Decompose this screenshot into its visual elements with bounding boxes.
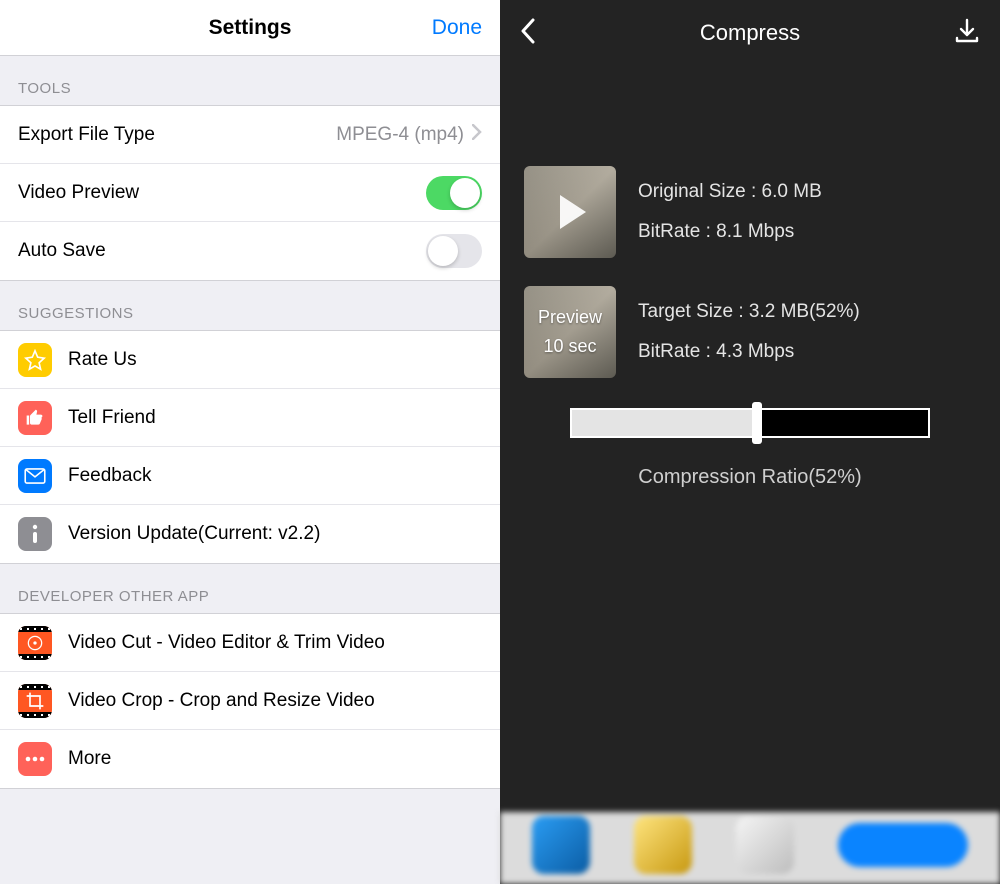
chevron-right-icon (472, 124, 482, 145)
ad-tile (634, 816, 692, 874)
thumbs-up-icon (18, 401, 52, 435)
original-bitrate-text: BitRate : 8.1 Mbps (638, 221, 822, 243)
version-label: Version Update(Current: v2.2) (68, 523, 482, 545)
done-button[interactable]: Done (432, 16, 482, 40)
original-info: Original Size : 6.0 MB BitRate : 8.1 Mbp… (638, 181, 822, 243)
target-bitrate-text: BitRate : 4.3 Mbps (638, 341, 860, 363)
export-file-type-row[interactable]: Export File Type MPEG-4 (mp4) (0, 106, 500, 164)
mail-icon (18, 459, 52, 493)
video-crop-row[interactable]: Video Crop - Crop and Resize Video (0, 672, 500, 730)
auto-save-row: Auto Save (0, 222, 500, 280)
slider-knob[interactable] (752, 402, 762, 444)
other-apps-section: Video Cut - Video Editor & Trim Video Vi… (0, 613, 500, 789)
export-value: MPEG-4 (mp4) (336, 124, 464, 146)
original-media-row: Original Size : 6.0 MB BitRate : 8.1 Mbp… (524, 166, 976, 258)
feedback-label: Feedback (68, 465, 482, 487)
auto-save-toggle[interactable] (426, 234, 482, 268)
video-cut-icon (18, 626, 52, 660)
slider-fill (572, 410, 757, 436)
star-icon (18, 343, 52, 377)
compress-screen: Compress Original Size : 6.0 MB BitRate … (500, 0, 1000, 884)
tools-section: Export File Type MPEG-4 (mp4) Video Prev… (0, 105, 500, 281)
compression-slider-wrap: Compression Ratio(52%) (524, 408, 976, 489)
page-title: Settings (209, 16, 292, 40)
section-header-suggestions: SUGGESTIONS (0, 281, 500, 330)
video-preview-label: Video Preview (18, 182, 426, 204)
rate-us-row[interactable]: Rate Us (0, 331, 500, 389)
target-size-text: Target Size : 3.2 MB(52%) (638, 301, 860, 323)
ad-banner[interactable] (500, 812, 1000, 884)
section-header-tools: TOOLS (0, 56, 500, 105)
target-media-row: Preview 10 sec Target Size : 3.2 MB(52%)… (524, 286, 976, 378)
tell-friend-label: Tell Friend (68, 407, 482, 429)
video-crop-label: Video Crop - Crop and Resize Video (68, 690, 482, 712)
compression-ratio-label: Compression Ratio(52%) (638, 466, 861, 489)
back-button[interactable] (520, 18, 536, 49)
settings-screen: Settings Done TOOLS Export File Type MPE… (0, 0, 500, 884)
settings-header: Settings Done (0, 0, 500, 56)
video-crop-icon (18, 684, 52, 718)
video-cut-label: Video Cut - Video Editor & Trim Video (68, 632, 482, 654)
preview-text-line1: Preview (538, 307, 602, 328)
compress-body: Original Size : 6.0 MB BitRate : 8.1 Mbp… (500, 66, 1000, 489)
original-size-text: Original Size : 6.0 MB (638, 181, 822, 203)
feedback-row[interactable]: Feedback (0, 447, 500, 505)
target-info: Target Size : 3.2 MB(52%) BitRate : 4.3 … (638, 301, 860, 363)
download-button[interactable] (954, 18, 980, 49)
more-row[interactable]: More (0, 730, 500, 788)
version-update-row[interactable]: Version Update(Current: v2.2) (0, 505, 500, 563)
auto-save-label: Auto Save (18, 240, 426, 262)
play-icon (560, 195, 586, 229)
compress-title: Compress (700, 20, 800, 46)
export-label: Export File Type (18, 124, 336, 146)
preview-thumbnail[interactable]: Preview 10 sec (524, 286, 616, 378)
more-label: More (68, 748, 482, 770)
info-icon (18, 517, 52, 551)
ad-tile (736, 816, 794, 874)
ad-cta-button[interactable] (838, 823, 968, 867)
compression-slider[interactable] (570, 408, 930, 438)
video-preview-row: Video Preview (0, 164, 500, 222)
video-preview-toggle[interactable] (426, 176, 482, 210)
rate-us-label: Rate Us (68, 349, 482, 371)
more-icon (18, 742, 52, 776)
tell-friend-row[interactable]: Tell Friend (0, 389, 500, 447)
original-thumbnail[interactable] (524, 166, 616, 258)
video-cut-row[interactable]: Video Cut - Video Editor & Trim Video (0, 614, 500, 672)
ad-tile (532, 816, 590, 874)
suggestions-section: Rate Us Tell Friend Feedback Version Upd… (0, 330, 500, 564)
section-header-other-apps: DEVELOPER OTHER APP (0, 564, 500, 613)
preview-text-line2: 10 sec (543, 336, 596, 357)
compress-header: Compress (500, 0, 1000, 66)
